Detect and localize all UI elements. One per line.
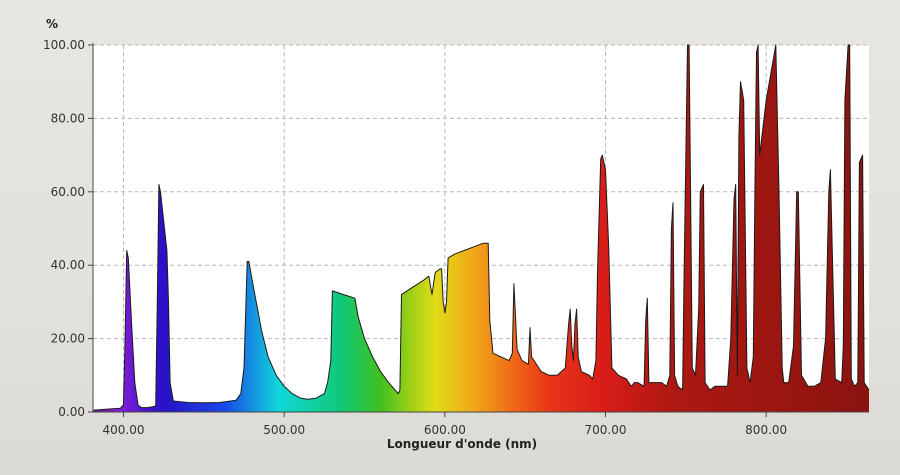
y-tick-label-5: 100.00 — [43, 38, 85, 52]
x-tick-label-4: 800.00 — [745, 423, 787, 437]
y-tick-labels: 0.00 20.00 40.00 60.00 80.00 100.00 — [43, 38, 93, 419]
y-tick-label-3: 60.00 — [51, 185, 85, 199]
spectrum-chart: 0.00 20.00 40.00 60.00 80.00 100.00 400.00 500… — [43, 17, 870, 451]
x-tick-labels: 400.00 500.00 600.00 700.00 800.00 — [103, 412, 787, 437]
x-axis-title: Longueur d'onde (nm) — [387, 437, 537, 451]
x-tick-label-0: 400.00 — [103, 423, 145, 437]
x-tick-label-1: 500.00 — [263, 423, 305, 437]
x-tick-label-2: 600.00 — [424, 423, 466, 437]
x-tick-label-3: 700.00 — [585, 423, 627, 437]
y-axis-unit: % — [46, 17, 58, 31]
y-tick-label-2: 40.00 — [51, 258, 85, 272]
screen-background: 0.00 20.00 40.00 60.00 80.00 100.00 400.00 500… — [0, 0, 900, 475]
y-tick-label-1: 20.00 — [51, 332, 85, 346]
y-tick-label-0: 0.00 — [58, 405, 85, 419]
y-tick-label-4: 80.00 — [51, 111, 85, 125]
